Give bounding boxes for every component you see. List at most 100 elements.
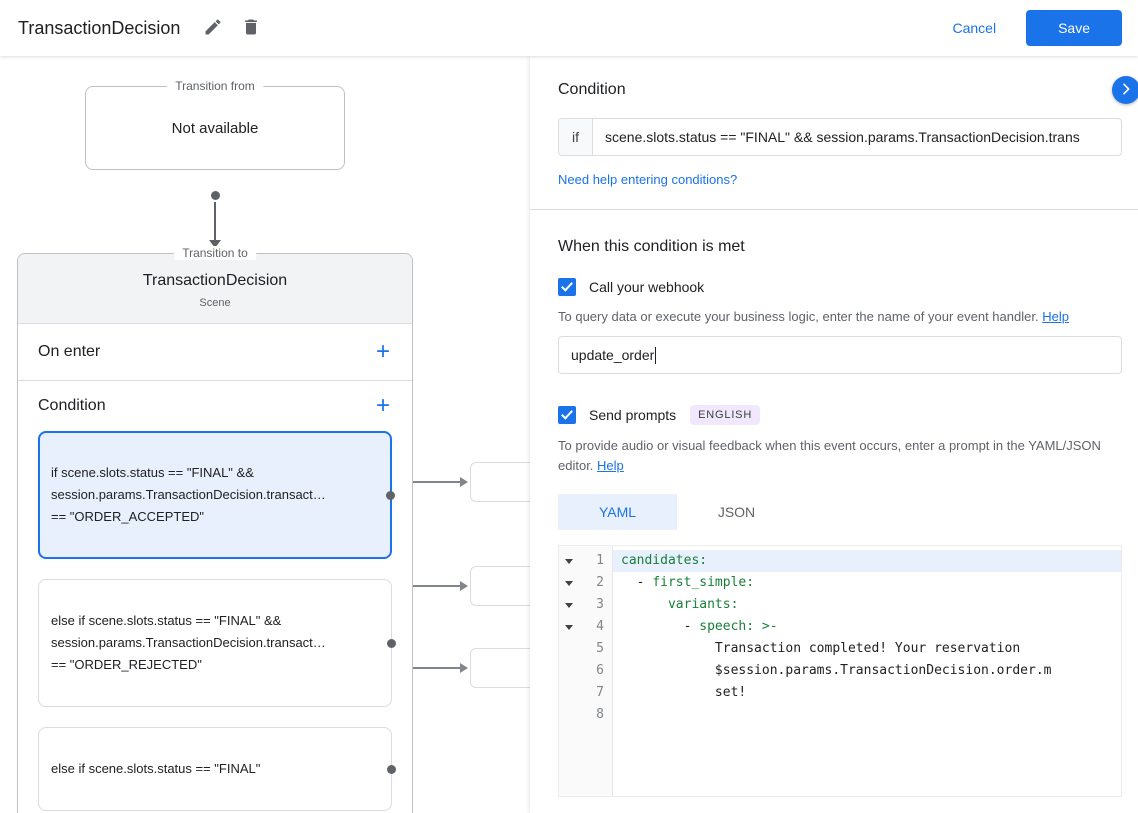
call-webhook-label: Call your webhook — [589, 279, 705, 295]
when-condition-met-title: When this condition is met — [558, 238, 745, 255]
condition-expression-input[interactable]: scene.slots.status == "FINAL" && session… — [593, 119, 1121, 155]
code-line[interactable]: - speech: >- — [613, 616, 1121, 638]
text-caret — [655, 346, 657, 364]
send-prompts-label: Send prompts — [589, 407, 677, 424]
conditions-help-link[interactable]: Need help entering conditions? — [558, 172, 737, 187]
condition-expression-field: if scene.slots.status == "FINAL" && sess… — [558, 118, 1122, 156]
arrow-right-icon — [460, 581, 468, 591]
line-number: 4 — [596, 619, 604, 635]
line-number: 8 — [596, 707, 604, 723]
code-indent: - — [621, 619, 700, 635]
webhook-description: To query data or execute your business l… — [558, 307, 1120, 327]
collapse-panel-button[interactable] — [1112, 76, 1138, 104]
on-enter-section: On enter + — [18, 324, 412, 381]
code-line[interactable]: candidates: — [613, 550, 1121, 573]
webhook-description-text: To query data or execute your business l… — [558, 309, 1039, 324]
connector-port[interactable] — [387, 764, 396, 774]
prompts-help-link[interactable]: Help — [597, 458, 624, 473]
call-webhook-checkbox[interactable] — [558, 278, 576, 296]
line-number: 1 — [596, 553, 604, 569]
condition-card-3-text: else if scene.slots.status == "FINAL" — [51, 761, 261, 776]
yaml-key: first_simple: — [652, 575, 755, 591]
pencil-icon — [203, 17, 223, 40]
condition-card-3[interactable]: else if scene.slots.status == "FINAL" — [38, 727, 396, 811]
code-text: set! — [714, 685, 747, 701]
code-line[interactable]: - first_simple: — [613, 572, 1121, 594]
condition-section: Condition + if scene.slots.status == "FI… — [18, 381, 412, 813]
line-number: 2 — [596, 575, 604, 591]
scene-header: TransactionDecision Scene — [18, 254, 412, 324]
line-number: 3 — [596, 597, 604, 613]
fold-arrow-icon[interactable] — [565, 602, 573, 608]
editor-code-area[interactable]: candidates: - first_simple: variants: - … — [613, 546, 1121, 797]
yaml-key: variants: — [667, 597, 739, 613]
gutter-row: 4 — [559, 616, 612, 638]
line-number: 6 — [596, 663, 604, 679]
webhook-handler-value: update_order — [571, 347, 655, 364]
code-line[interactable]: variants: — [613, 594, 1121, 616]
code-line[interactable]: $session.params.TransactionDecision.orde… — [613, 660, 1121, 682]
scene-diagram-canvas: Transition from Not available Transition… — [0, 56, 546, 813]
add-on-enter-button[interactable]: + — [366, 335, 400, 369]
condition-card-2[interactable]: else if scene.slots.status == "FINAL" &&… — [38, 579, 396, 707]
line-number: 7 — [596, 685, 604, 701]
prompts-description: To provide audio or visual feedback when… — [558, 436, 1120, 476]
gutter-row: 3 — [559, 594, 612, 616]
arrow-right-icon — [460, 663, 468, 673]
gutter-row: 2 — [559, 572, 612, 594]
page-title: TransactionDecision — [18, 17, 181, 38]
gutter-row: 8 — [559, 704, 612, 726]
fold-arrow-icon[interactable] — [565, 558, 573, 564]
app-window: TransactionDecision Cancel Save Transiti… — [0, 0, 1138, 813]
scene-name: TransactionDecision — [142, 272, 288, 289]
condition-card-1[interactable]: if scene.slots.status == "FINAL" && sess… — [38, 431, 395, 559]
send-prompts-checkbox[interactable] — [558, 406, 576, 425]
connector-dot — [211, 191, 220, 200]
top-bar: TransactionDecision Cancel Save — [0, 0, 1138, 56]
connector-line — [214, 202, 216, 240]
add-condition-button[interactable]: + — [366, 389, 400, 423]
tab-json[interactable]: JSON — [677, 494, 796, 530]
prompts-description-text: To provide audio or visual feedback when… — [558, 438, 1101, 474]
condition-section-row: Condition + — [18, 381, 412, 431]
yaml-key: candidates: — [621, 553, 708, 569]
transition-from-content: Not available — [171, 119, 259, 137]
webhook-help-link[interactable]: Help — [1042, 309, 1069, 324]
editor-gutter: 1 2 3 4 5 6 7 8 — [559, 546, 613, 797]
line-number: 5 — [596, 641, 604, 657]
gutter-row: 6 — [559, 660, 612, 682]
fold-arrow-icon[interactable] — [565, 580, 573, 586]
condition-card-2-text: else if scene.slots.status == "FINAL" &&… — [51, 613, 326, 672]
main-body: Transition from Not available Transition… — [0, 56, 1138, 813]
condition-card-1-text: if scene.slots.status == "FINAL" && sess… — [51, 465, 326, 524]
webhook-handler-input[interactable]: update_order — [558, 336, 1122, 375]
cancel-button[interactable]: Cancel — [952, 20, 996, 36]
transition-from-node[interactable]: Transition from Not available — [85, 79, 345, 170]
edit-button[interactable] — [194, 9, 232, 47]
yaml-code-editor[interactable]: 1 2 3 4 5 6 7 8 candidates: - first_simp… — [558, 545, 1122, 798]
connector-port[interactable] — [386, 490, 395, 500]
tab-yaml[interactable]: YAML — [558, 494, 677, 531]
gutter-row: 7 — [559, 682, 612, 704]
connector-port[interactable] — [387, 638, 396, 648]
delete-button[interactable] — [232, 9, 270, 47]
condition-editor-panel: Condition if scene.slots.status == "FINA… — [530, 56, 1138, 813]
language-badge: ENGLISH — [690, 405, 761, 426]
code-line[interactable]: set! — [613, 682, 1121, 704]
code-line[interactable] — [613, 704, 1121, 726]
if-prefix: if — [559, 119, 593, 155]
fold-arrow-icon[interactable] — [565, 624, 573, 630]
section-divider — [530, 209, 1138, 210]
code-line[interactable]: Transaction completed! Your reservation — [613, 638, 1121, 660]
trash-icon — [241, 17, 261, 40]
transition-from-label: Transition from — [167, 79, 263, 93]
gutter-row: 1 — [559, 550, 612, 572]
save-button[interactable]: Save — [1026, 10, 1122, 46]
code-text: $session.params.TransactionDecision.orde… — [714, 663, 1052, 679]
scene-type: Scene — [199, 297, 231, 309]
condition-section-label: Condition — [38, 397, 106, 414]
